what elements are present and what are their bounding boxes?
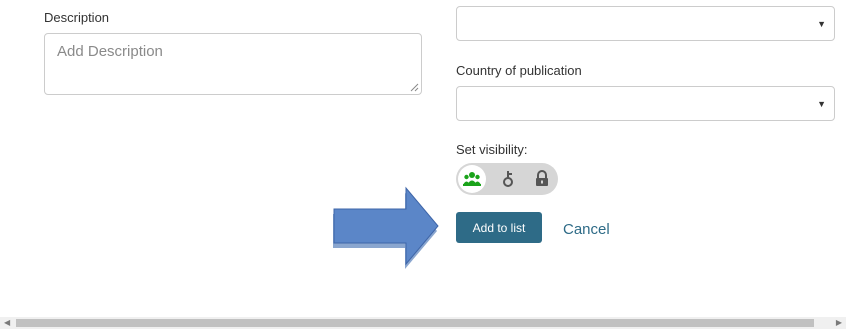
key-icon [503, 171, 513, 187]
chevron-down-icon: ▼ [817, 18, 826, 29]
scroll-right-icon[interactable]: ▶ [836, 317, 842, 329]
visibility-private-option[interactable] [528, 165, 556, 193]
lock-icon [536, 170, 548, 186]
add-to-list-button[interactable]: Add to list [456, 212, 542, 243]
chevron-down-icon: ▼ [817, 98, 826, 109]
group-icon [463, 172, 481, 186]
visibility-public-option[interactable] [458, 165, 486, 193]
visibility-shared-option[interactable] [494, 165, 522, 193]
visibility-label: Set visibility: [456, 142, 528, 157]
arrow-right-icon [333, 186, 439, 269]
country-select[interactable]: ▼ [456, 86, 835, 121]
cancel-button[interactable]: Cancel [563, 221, 610, 238]
scroll-left-icon[interactable]: ◀ [4, 317, 10, 329]
description-label: Description [44, 10, 110, 25]
horizontal-scrollbar[interactable]: ◀ ▶ [0, 317, 846, 329]
visibility-toggle[interactable] [456, 163, 558, 195]
resize-grip-icon[interactable] [410, 83, 419, 92]
country-label: Country of publication [456, 63, 582, 78]
top-select[interactable]: ▼ [456, 6, 835, 41]
description-textarea[interactable]: Add Description [44, 33, 422, 95]
description-placeholder: Add Description [57, 43, 163, 60]
scrollbar-thumb[interactable] [16, 319, 814, 327]
